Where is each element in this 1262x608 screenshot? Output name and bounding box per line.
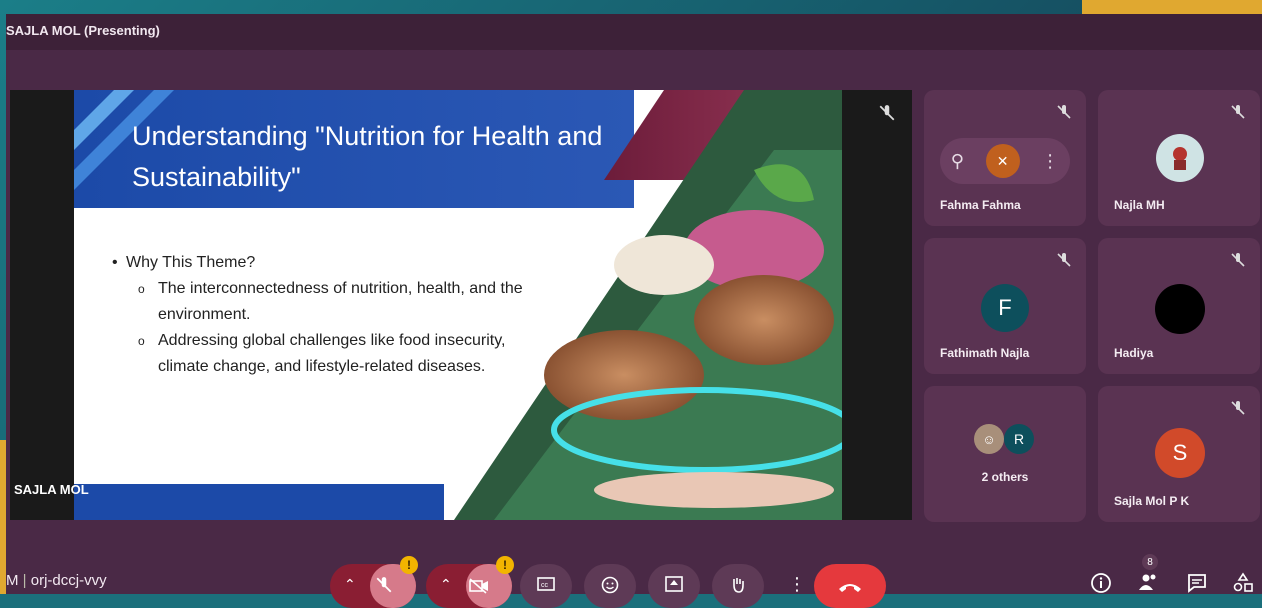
avatar: F <box>981 284 1029 332</box>
presentation-stage[interactable]: Understanding "Nutrition for Health and … <box>10 90 912 520</box>
microphone-control[interactable]: ⌃ ! <box>330 556 418 608</box>
leave-call-button[interactable] <box>814 564 886 608</box>
others-label: 2 others <box>981 470 1029 484</box>
slide-bullets: Why This Theme? The interconnectedness o… <box>108 250 538 380</box>
people-button[interactable]: 8 <box>1138 554 1166 598</box>
chevron-up-icon[interactable]: ⌃ <box>344 576 356 593</box>
hand-icon <box>733 578 744 593</box>
chat-icon[interactable] <box>1186 572 1208 594</box>
more-options-button[interactable]: ⋮ <box>776 564 806 608</box>
presenting-label: SAJLA MOL (Presenting) <box>6 23 160 38</box>
meeting-code: M | orj-dccj-vvy <box>6 572 107 589</box>
activities-icon[interactable] <box>1232 572 1254 594</box>
slide-bottom-band <box>74 484 444 520</box>
avatar <box>1156 134 1204 182</box>
presenter-name: SAJLA MOL <box>14 482 89 497</box>
slide: Understanding "Nutrition for Health and … <box>74 90 842 520</box>
participant-tile[interactable]: F Fathimath Najla <box>924 238 1086 374</box>
slide-title: Understanding "Nutrition for Health and … <box>132 121 603 192</box>
bullet-main: Why This Theme? <box>108 250 538 276</box>
present-screen-icon <box>665 576 683 592</box>
meeting-code-prefix: M <box>6 572 19 589</box>
top-bar: SAJLA MOL (Presenting) <box>6 14 1262 50</box>
more-options-icon[interactable]: ⋮ <box>1041 151 1059 172</box>
reactions-button[interactable] <box>584 564 636 608</box>
avatar: ☺ <box>974 424 1004 454</box>
participant-tile[interactable]: S Sajla Mol P K <box>1098 386 1260 522</box>
meet-window: SAJLA MOL (Presenting) Understanding "Nu… <box>6 14 1262 608</box>
present-button[interactable] <box>648 564 700 608</box>
avatar: R <box>1004 424 1034 454</box>
participant-name: Fahma Fahma <box>940 198 1021 212</box>
sub-bullet: The interconnectedness of nutrition, hea… <box>108 276 538 328</box>
bottom-bar: M | orj-dccj-vvy ⌃ ! ⌃ ! cc ⋮ 8 <box>6 550 1262 608</box>
warning-badge: ! <box>496 556 514 574</box>
separator: | <box>22 572 31 589</box>
camera-off-icon <box>469 578 488 594</box>
warning-badge: ! <box>400 556 418 574</box>
pin-icon[interactable]: ⚲ <box>951 151 964 172</box>
meeting-info-icon[interactable] <box>1090 572 1112 594</box>
mic-off-icon <box>1231 401 1245 415</box>
participant-name: Sajla Mol P K <box>1114 494 1190 508</box>
mic-off-icon <box>1231 253 1245 267</box>
mic-off-icon <box>1057 105 1071 119</box>
people-icon <box>1139 574 1156 590</box>
chevron-up-icon[interactable]: ⌃ <box>440 576 452 593</box>
sub-bullet: Addressing global challenges like food i… <box>108 328 538 380</box>
phone-hangup-icon <box>839 584 861 592</box>
captions-icon: cc <box>537 577 555 591</box>
participant-tile[interactable]: Hadiya <box>1098 238 1260 374</box>
mic-off-icon <box>1231 105 1245 119</box>
participant-name: Fathimath Najla <box>940 346 1030 360</box>
avatar: S <box>1155 428 1205 478</box>
mic-off-icon <box>879 105 895 121</box>
more-vert-icon: ⋮ <box>788 574 806 594</box>
emoji-icon <box>601 576 619 594</box>
avatar <box>1155 284 1205 334</box>
svg-text:cc: cc <box>541 582 549 589</box>
participant-name: Najla MH <box>1114 198 1165 212</box>
people-count-badge: 8 <box>1142 554 1158 570</box>
meeting-code-text: orj-dccj-vvy <box>30 572 107 589</box>
participant-name: Hadiya <box>1114 346 1154 360</box>
participant-tile[interactable]: Najla MH <box>1098 90 1260 226</box>
participant-tile[interactable]: ⚲ ✕ ⋮ Fahma Fahma <box>924 90 1086 226</box>
mic-off-icon <box>1057 253 1071 267</box>
mute-participant-icon[interactable]: ✕ <box>985 144 1020 178</box>
raise-hand-button[interactable] <box>712 564 764 608</box>
others-tile[interactable]: ☺ R 2 others <box>924 386 1086 522</box>
captions-button[interactable]: cc <box>520 564 572 608</box>
camera-control[interactable]: ⌃ ! <box>426 556 514 608</box>
mic-off-icon <box>376 577 392 593</box>
cartoon-avatar-icon <box>1173 147 1187 170</box>
tile-hover-controls: ⚲ ✕ ⋮ <box>940 138 1070 184</box>
screen-frame: SAJLA MOL (Presenting) Understanding "Nu… <box>0 0 1262 608</box>
background-accent <box>1082 0 1262 14</box>
